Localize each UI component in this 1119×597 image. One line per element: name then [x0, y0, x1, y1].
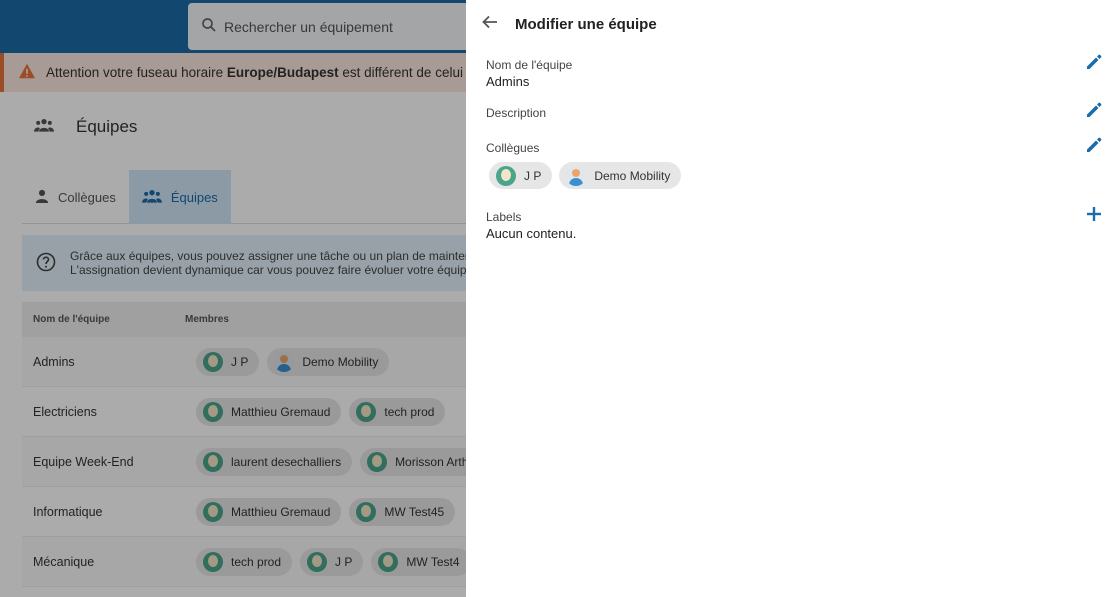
edit-team-name-button[interactable]: [1083, 53, 1105, 75]
avatar: [566, 165, 587, 186]
colleague-chips: J P Demo Mobility: [489, 162, 682, 189]
panel-header: Modifier une équipe: [482, 14, 657, 35]
edit-description-button[interactable]: [1083, 101, 1105, 123]
back-arrow-icon[interactable]: [482, 14, 498, 35]
labels-value: Aucun contenu.: [486, 226, 577, 241]
labels-label: Labels: [486, 210, 522, 224]
pencil-icon: [1085, 101, 1103, 124]
edit-colleagues-button[interactable]: [1083, 136, 1105, 158]
edit-team-panel: Modifier une équipe Nom de l'équipe Admi…: [466, 0, 1119, 597]
description-field: Description: [486, 106, 1086, 120]
avatar: [496, 165, 516, 186]
team-name-label: Nom de l'équipe: [486, 58, 573, 72]
labels-field: Labels Aucun contenu.: [486, 210, 1086, 241]
colleagues-label: Collègues: [486, 141, 540, 155]
pencil-icon: [1085, 53, 1103, 76]
panel-title: Modifier une équipe: [515, 16, 657, 33]
plus-icon: [1086, 206, 1102, 227]
colleagues-field: Collègues: [486, 141, 1086, 155]
add-label-button[interactable]: [1083, 205, 1105, 227]
colleague-chip[interactable]: J P: [489, 162, 553, 189]
team-name-field: Nom de l'équipe Admins: [486, 58, 1086, 89]
pencil-icon: [1085, 136, 1103, 159]
team-name-value: Admins: [486, 74, 530, 89]
colleague-chip[interactable]: Demo Mobility: [559, 162, 682, 189]
description-label: Description: [486, 106, 547, 120]
